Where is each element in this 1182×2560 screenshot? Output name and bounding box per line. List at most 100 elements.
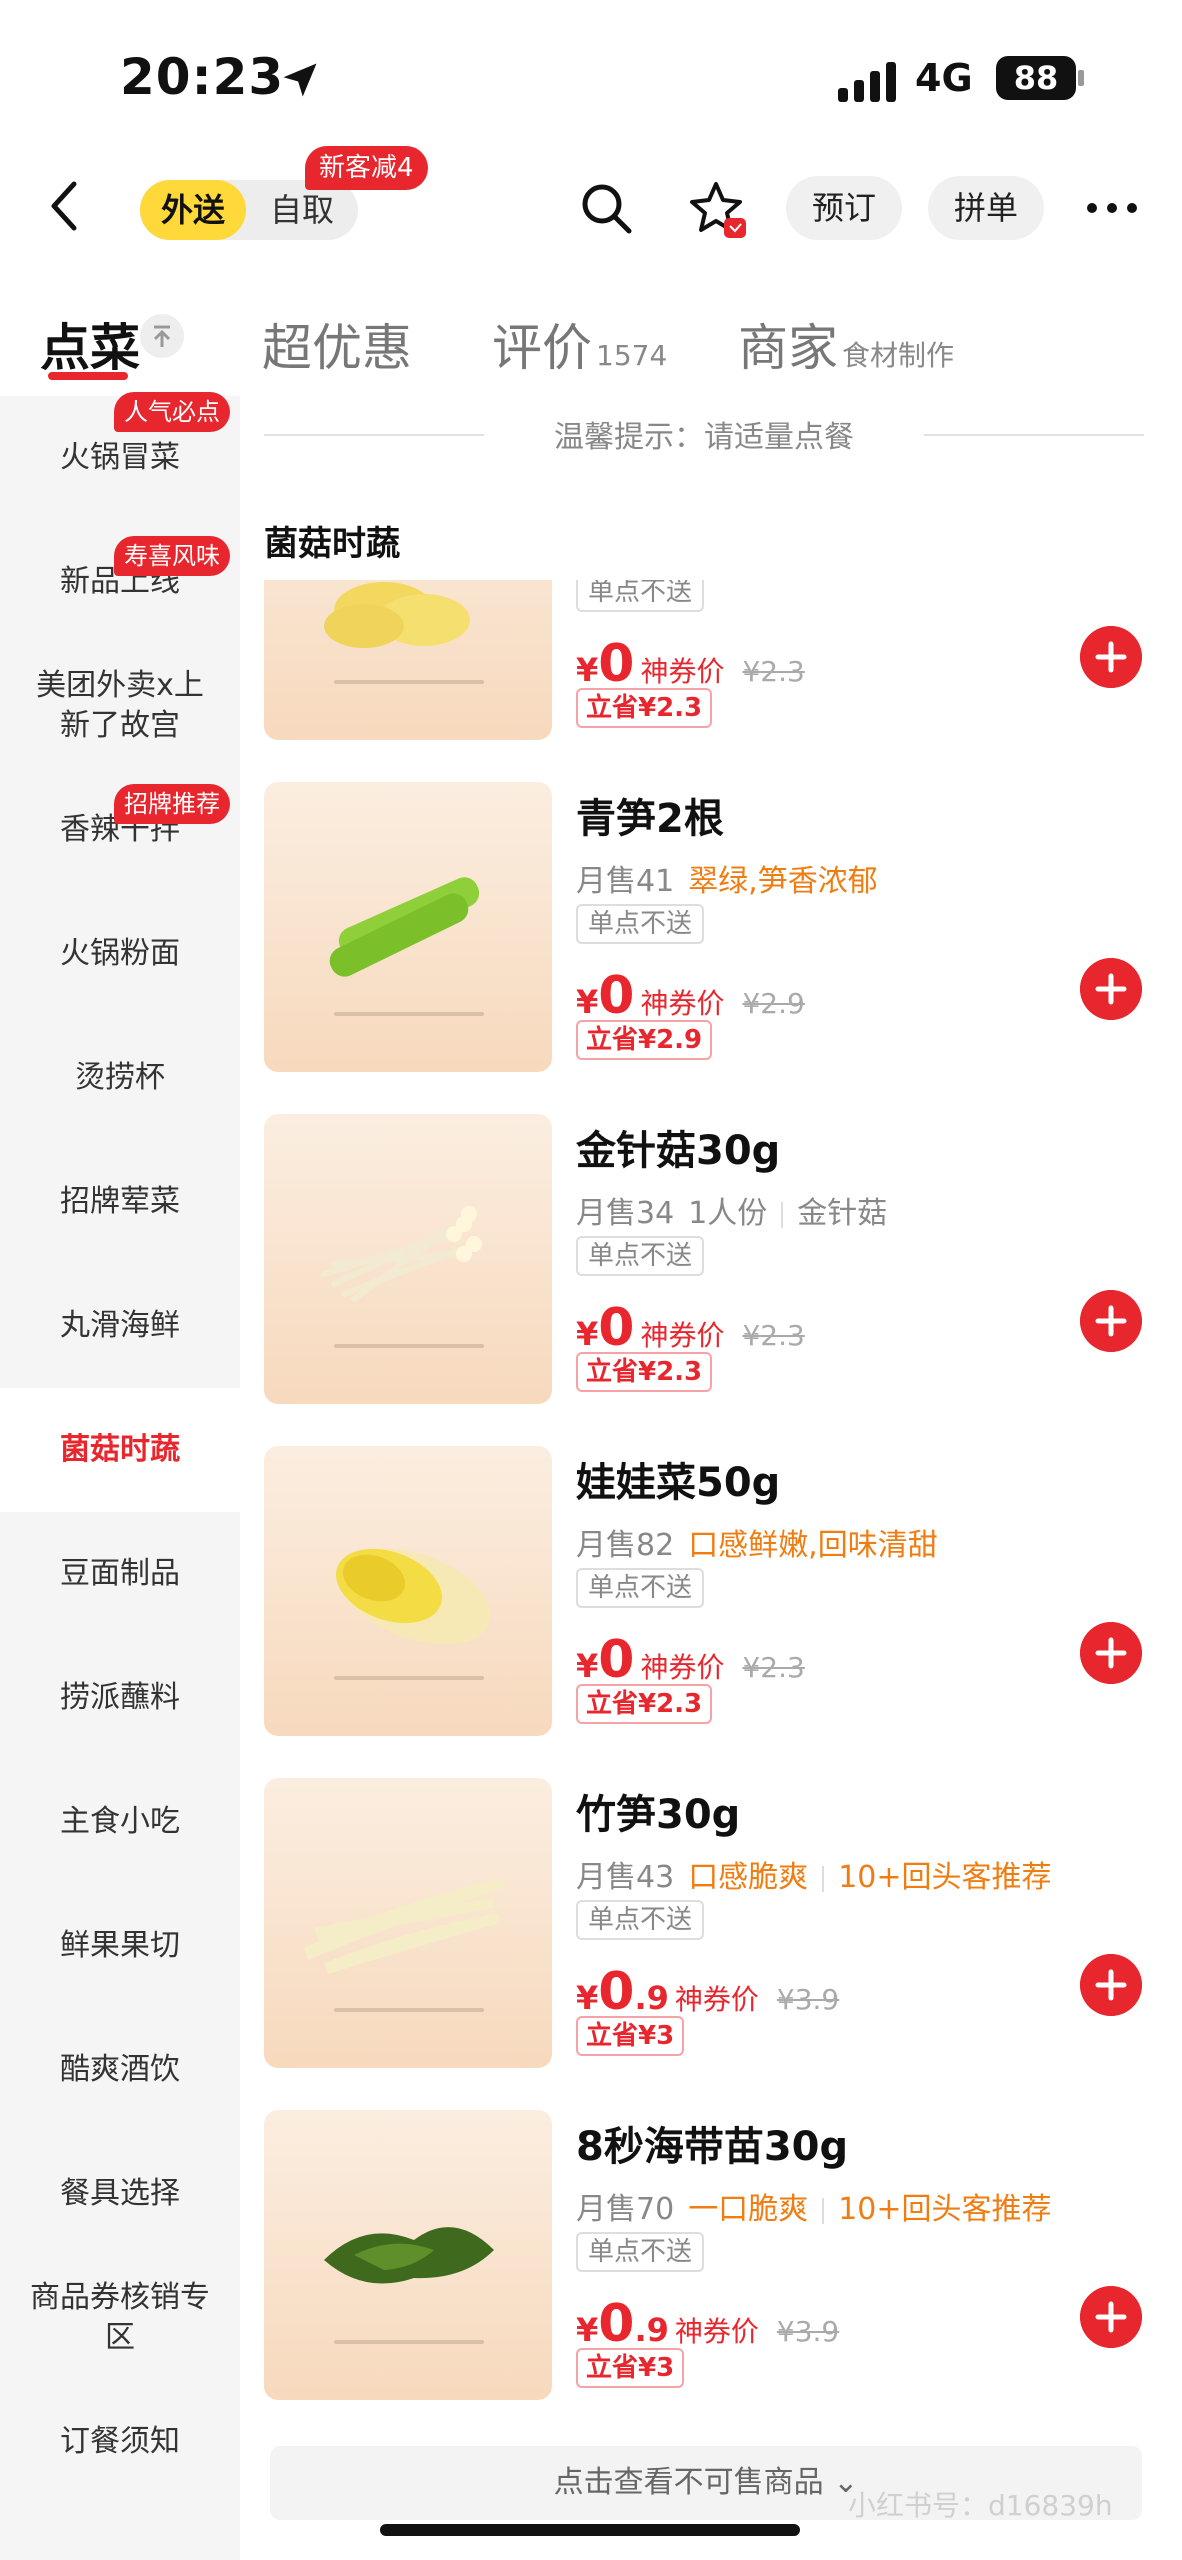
price-label: 神券价 <box>640 987 725 1020</box>
sidebar-item-label: 招牌荤菜 <box>60 1184 180 1219</box>
item-highlight: 口感脆爽 <box>688 1860 809 1895</box>
sidebar-item-label: 鲜果果切 <box>60 1928 180 1963</box>
item-image-bamboo-shoot <box>264 1778 552 2068</box>
add-to-cart-icon[interactable] <box>1080 958 1142 1020</box>
savings-badge: 立省¥3 <box>576 2348 685 2388</box>
sidebar-item-palace-collab[interactable]: 美团外卖x上新了故宫 <box>0 644 240 768</box>
original-price: ¥3.9 <box>776 2315 840 2348</box>
home-indicator[interactable] <box>380 2524 800 2536</box>
currency-symbol: ¥ <box>576 983 599 1021</box>
add-to-cart-icon[interactable] <box>1080 626 1142 688</box>
sidebar-item-sauces[interactable]: 捞派蘸料 <box>0 1636 240 1760</box>
add-to-cart-icon[interactable] <box>1080 2286 1142 2348</box>
sidebar-item-vegetables[interactable]: 菌菇时蔬 <box>0 1388 240 1512</box>
category-sidebar: 火锅冒菜 人气必点 新品上线 寿喜风味 美团外卖x上新了故宫 香辣干拌 招牌推荐 火锅… <box>0 392 240 2560</box>
status-time: 20:23 <box>120 48 285 106</box>
sidebar-item-notice[interactable]: 订餐须知 <box>0 2380 240 2504</box>
network-type: 4G <box>915 56 973 100</box>
menu-item[interactable]: 8秒海带苗30g 月售70 一口脆爽 10+回头客推荐 单点不送 ¥0.9 神券价 ¥3… <box>264 2110 1144 2400</box>
add-to-cart-icon[interactable] <box>1080 1290 1142 1352</box>
menu-item-partial[interactable]: 单点不送 ¥0 神券价 ¥2.3 立省¥2.3 <box>264 580 1144 740</box>
item-tag: 单点不送 <box>576 1900 705 1940</box>
sidebar-item-coupon-redeem[interactable]: 商品券核销专区 <box>0 2256 240 2380</box>
partial-item-clip: 单点不送 ¥0 神券价 ¥2.3 立省¥2.3 <box>264 580 1144 740</box>
item-highlight: 翠绿,笋香浓郁 <box>688 864 878 899</box>
sidebar-item-label: 火锅粉面 <box>60 936 180 971</box>
sidebar-item-noodles[interactable]: 火锅粉面 <box>0 892 240 1016</box>
item-image-celtuce <box>264 782 552 1072</box>
tab-reviews-label: 评价 <box>492 319 592 377</box>
tab-merchant-label: 商家 <box>738 319 838 377</box>
more-options-icon[interactable] <box>1084 196 1140 220</box>
item-detail: 金针菇 <box>797 1196 888 1231</box>
item-price: ¥0 神券价 ¥2.9 <box>576 966 805 1026</box>
sidebar-item-label: 豆面制品 <box>60 1556 180 1591</box>
item-price: ¥0 神券价 ¥2.3 <box>576 1298 805 1358</box>
search-icon[interactable] <box>578 180 634 236</box>
delivery-mode-button[interactable]: 外送 <box>140 180 246 240</box>
item-tag: 单点不送 <box>576 1568 705 1608</box>
price-label: 神券价 <box>640 655 725 688</box>
currency-symbol: ¥ <box>576 2311 599 2349</box>
group-order-button[interactable]: 拼单 <box>928 176 1045 240</box>
price-decimal: .9 <box>634 2311 669 2349</box>
item-highlight: 一口脆爽 <box>688 2192 809 2227</box>
sidebar-item-new[interactable]: 新品上线 寿喜风味 <box>0 520 240 644</box>
sidebar-item-label: 餐具选择 <box>60 2176 180 2211</box>
order-hint-text: 温馨提示：请适量点餐 <box>554 420 854 455</box>
tab-order[interactable]: 点菜 <box>40 308 140 380</box>
item-price: ¥0 神券价 ¥2.3 <box>576 1630 805 1690</box>
tab-reviews[interactable]: 评价 1574 <box>492 308 667 380</box>
sidebar-item-drinks[interactable]: 酷爽酒饮 <box>0 2008 240 2132</box>
item-detail: 1人份 <box>688 1196 768 1231</box>
item-tag: 单点不送 <box>576 2232 705 2272</box>
add-to-cart-icon[interactable] <box>1080 1622 1142 1684</box>
add-to-cart-icon[interactable] <box>1080 1954 1142 2016</box>
item-image-baby-cabbage <box>264 1446 552 1736</box>
price-value: 0 <box>598 1962 635 2022</box>
item-highlight: 口感鲜嫩,回味清甜 <box>688 1528 938 1563</box>
new-customer-badge: 新客减4 <box>305 146 428 190</box>
back-arrow-icon[interactable] <box>40 176 90 236</box>
menu-item[interactable]: 娃娃菜50g 月售82 口感鲜嫩,回味清甜 单点不送 ¥0 神券价 ¥2.3 立省¥2… <box>264 1446 1144 1736</box>
item-image-potato <box>264 580 552 740</box>
sidebar-item-label: 火锅冒菜 <box>60 440 180 475</box>
price-value: 0 <box>598 966 635 1026</box>
item-image-kelp <box>264 2110 552 2400</box>
price-value: 0 <box>598 634 635 694</box>
sidebar-item-cup[interactable]: 烫捞杯 <box>0 1016 240 1140</box>
item-tag: 单点不送 <box>576 904 705 944</box>
menu-item[interactable]: 青笋2根 月售41 翠绿,笋香浓郁 单点不送 ¥0 神券价 ¥2.9 立省¥2.9 <box>264 782 1144 1072</box>
sidebar-item-seafood[interactable]: 丸滑海鲜 <box>0 1264 240 1388</box>
item-meta: 月售34 1人份 金针菇 <box>576 1188 887 1232</box>
reserve-button[interactable]: 预订 <box>786 176 903 240</box>
sidebar-item-label: 丸滑海鲜 <box>60 1308 180 1343</box>
tab-deals[interactable]: 超优惠 <box>262 308 412 380</box>
savings-badge: 立省¥2.3 <box>576 1684 713 1724</box>
item-sales: 月售82 <box>576 1528 675 1563</box>
sidebar-item-tableware[interactable]: 餐具选择 <box>0 2132 240 2256</box>
item-name: 竹笋30g <box>576 1792 741 1838</box>
sidebar-item-tofu[interactable]: 豆面制品 <box>0 1512 240 1636</box>
menu-item[interactable]: 竹笋30g 月售43 口感脆爽 10+回头客推荐 单点不送 ¥0.9 神券价 ¥3.9 … <box>264 1778 1144 2068</box>
sidebar-item-label: 美团外卖x上新了故宫 <box>36 668 204 743</box>
item-sales: 月售70 <box>576 2192 675 2227</box>
savings-badge: 立省¥2.9 <box>576 1020 713 1060</box>
price-label: 神券价 <box>674 1983 759 2016</box>
sidebar-item-spicy-mix[interactable]: 香辣干拌 招牌推荐 <box>0 768 240 892</box>
price-value: 0 <box>598 2294 635 2354</box>
pin-to-top-icon[interactable] <box>140 314 184 358</box>
sidebar-item-staples[interactable]: 主食小吃 <box>0 1760 240 1884</box>
price-label: 神券价 <box>640 1319 725 1352</box>
currency-symbol: ¥ <box>576 651 599 689</box>
order-hint: 温馨提示：请适量点餐 <box>264 412 1144 462</box>
merchant-subtitle: 食材制作 <box>842 339 955 372</box>
sidebar-item-hotpot[interactable]: 火锅冒菜 人气必点 <box>0 392 240 520</box>
sidebar-item-label: 主食小吃 <box>60 1804 180 1839</box>
menu-item[interactable]: 金针菇30g 月售34 1人份 金针菇 单点不送 ¥0 神券价 ¥2.3 立省¥2.3 <box>264 1114 1144 1404</box>
original-price: ¥2.3 <box>742 1651 805 1684</box>
sidebar-item-fruit[interactable]: 鲜果果切 <box>0 1884 240 2008</box>
tab-merchant[interactable]: 商家 食材制作 <box>738 308 954 380</box>
sidebar-item-meat[interactable]: 招牌荤菜 <box>0 1140 240 1264</box>
favorite-star-icon[interactable] <box>686 178 752 244</box>
